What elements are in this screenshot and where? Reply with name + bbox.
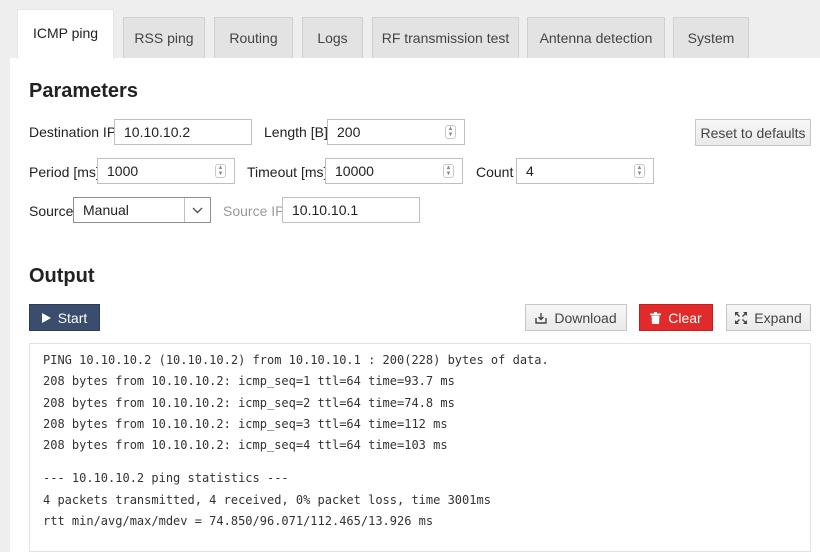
tab-rf-transmission-test[interactable]: RF transmission test — [372, 17, 519, 58]
parameters-heading: Parameters — [29, 80, 138, 102]
tab-system[interactable]: System — [673, 17, 749, 58]
start-button-label: Start — [57, 309, 88, 326]
destination-ip-input[interactable]: 10.10.10.2 — [114, 119, 252, 145]
destination-ip-value: 10.10.10.2 — [124, 124, 191, 140]
clear-button[interactable]: Clear — [639, 304, 713, 331]
destination-ip-label: Destination IP — [29, 124, 117, 140]
expand-icon — [735, 311, 748, 324]
tab-antenna-detection[interactable]: Antenna detection — [527, 17, 665, 58]
count-input[interactable]: 4 ▲ ▼ — [516, 158, 654, 184]
output-stats-line: rtt min/avg/max/mdev = 74.850/96.071/112… — [43, 514, 434, 529]
count-value: 4 — [526, 163, 534, 179]
timeout-label: Timeout [ms] — [247, 164, 328, 180]
timeout-stepper-icon[interactable]: ▲ ▼ — [443, 164, 454, 178]
tab-bar: ICMP ping RSS ping Routing Logs RF trans… — [0, 0, 820, 59]
source-ip-label: Source IP — [223, 203, 285, 219]
clear-button-label: Clear — [668, 309, 702, 326]
count-stepper-icon[interactable]: ▲ ▼ — [634, 164, 645, 178]
timeout-input[interactable]: 10000 ▲ ▼ — [325, 158, 463, 184]
period-stepper-icon[interactable]: ▲ ▼ — [215, 164, 226, 178]
tab-icmp-ping[interactable]: ICMP ping — [17, 9, 114, 59]
length-value: 200 — [337, 124, 361, 140]
period-input[interactable]: 1000 ▲ ▼ — [97, 158, 235, 184]
download-button[interactable]: Download — [525, 304, 627, 331]
start-button[interactable]: Start — [29, 304, 100, 331]
source-label: Source — [29, 203, 74, 219]
source-ip-value: 10.10.10.1 — [292, 202, 359, 218]
output-line: 208 bytes from 10.10.10.2: icmp_seq=1 tt… — [43, 374, 455, 389]
period-label: Period [ms] — [29, 164, 100, 180]
ping-output-console[interactable]: PING 10.10.10.2 (10.10.10.2) from 10.10.… — [29, 343, 811, 552]
output-line: 208 bytes from 10.10.10.2: icmp_seq=3 tt… — [43, 416, 448, 431]
tab-rss-ping[interactable]: RSS ping — [123, 17, 205, 58]
output-line: PING 10.10.10.2 (10.10.10.2) from 10.10.… — [43, 353, 549, 367]
timeout-value: 10000 — [335, 163, 374, 179]
output-heading: Output — [29, 265, 95, 287]
download-button-label: Download — [554, 309, 617, 326]
download-icon — [535, 312, 548, 324]
output-stats-line: 4 packets transmitted, 4 received, 0% pa… — [43, 492, 491, 507]
source-ip-input[interactable]: 10.10.10.1 — [282, 197, 420, 223]
length-label: Length [B] — [264, 124, 328, 140]
play-icon — [41, 312, 51, 323]
reset-to-defaults-label: Reset to defaults — [700, 124, 806, 141]
tab-logs[interactable]: Logs — [302, 17, 363, 58]
chevron-down-icon[interactable] — [184, 198, 210, 222]
output-line: 208 bytes from 10.10.10.2: icmp_seq=2 tt… — [43, 395, 455, 410]
trash-icon — [650, 311, 662, 324]
output-stats-line: --- 10.10.10.2 ping statistics --- — [43, 471, 289, 486]
source-select[interactable]: Manual — [73, 197, 211, 223]
expand-button-label: Expand — [754, 309, 802, 326]
count-label: Count — [476, 164, 514, 180]
expand-button[interactable]: Expand — [726, 304, 811, 331]
period-value: 1000 — [107, 163, 139, 179]
length-stepper-icon[interactable]: ▲ ▼ — [445, 125, 456, 139]
output-line: 208 bytes from 10.10.10.2: icmp_seq=4 tt… — [43, 438, 448, 453]
tab-routing[interactable]: Routing — [214, 17, 293, 58]
source-select-value: Manual — [83, 202, 129, 218]
output-spacer — [43, 458, 810, 470]
length-input[interactable]: 200 ▲ ▼ — [327, 119, 465, 145]
reset-to-defaults-button[interactable]: Reset to defaults — [695, 119, 811, 146]
